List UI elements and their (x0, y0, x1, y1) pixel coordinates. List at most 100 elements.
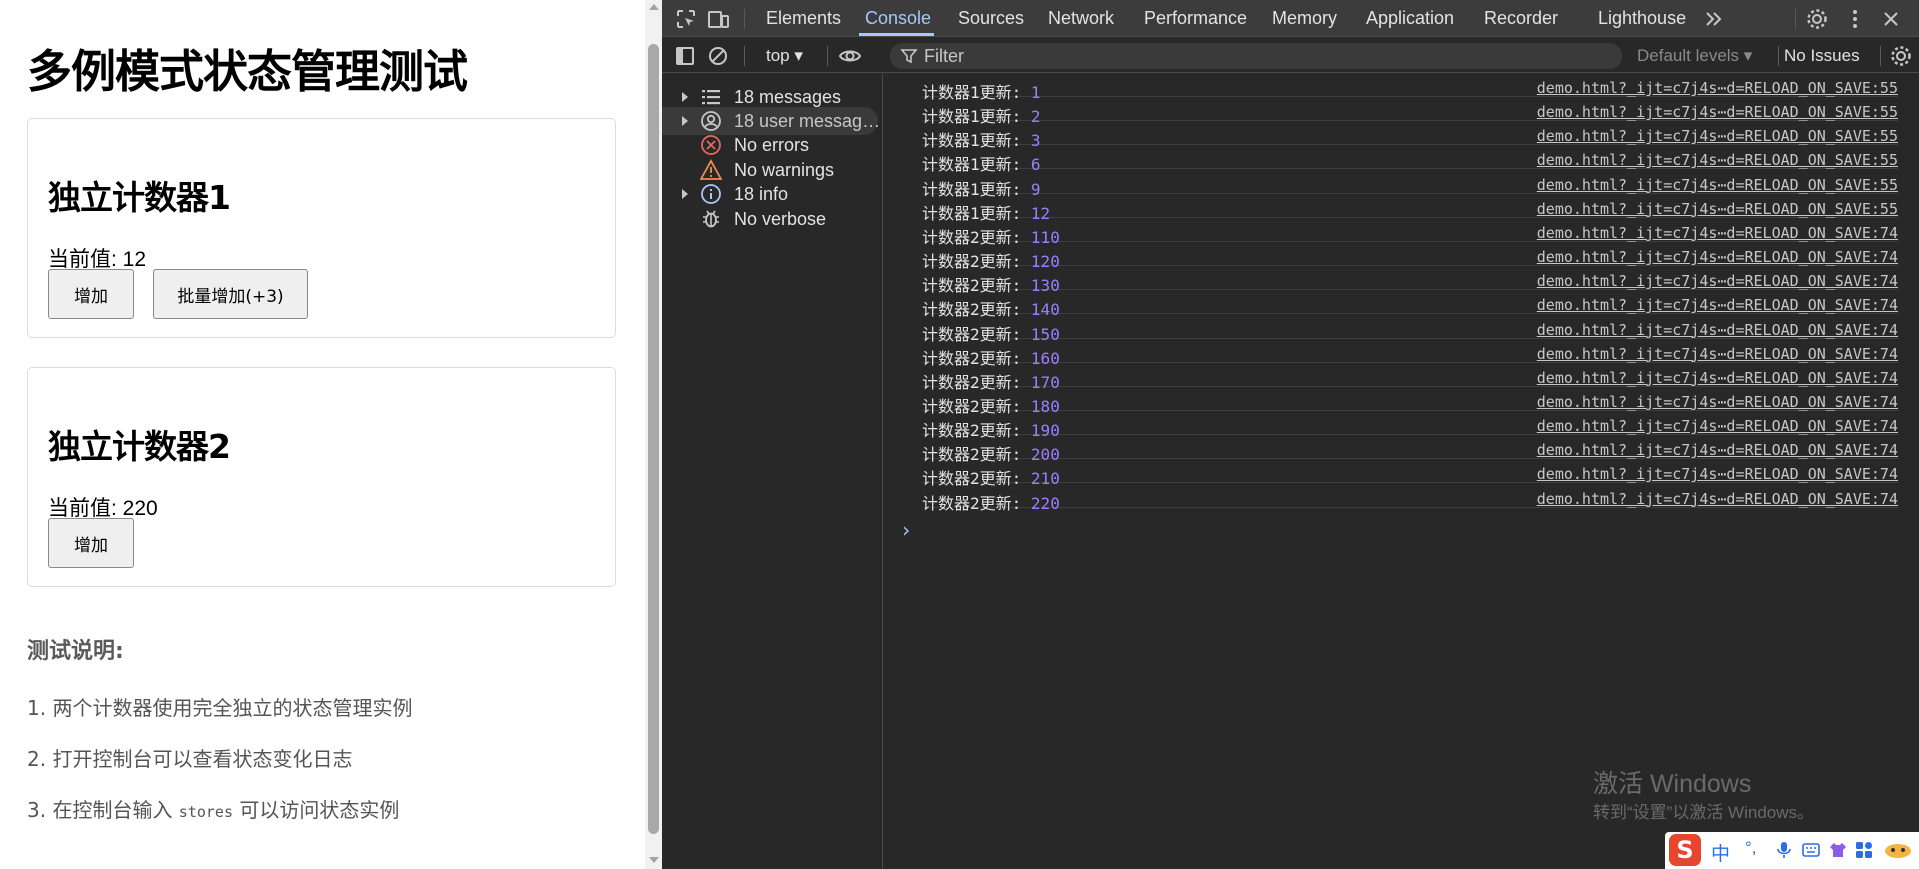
console-log-row[interactable]: 计数器2更新: 120 demo.html?_ijt=c7j4s⋯d=RELOAD… (922, 242, 1898, 271)
log-source-link[interactable]: demo.html?_ijt=c7j4s⋯d=RELOAD_ON_SAVE:74 (1537, 296, 1898, 314)
filter-input[interactable] (890, 43, 1622, 69)
console-log-row[interactable]: 计数器1更新: 12 demo.html?_ijt=c7j4s⋯d=RELOAD_… (922, 194, 1898, 223)
log-source-link[interactable]: demo.html?_ijt=c7j4s⋯d=RELOAD_ON_SAVE:74 (1537, 441, 1898, 459)
sogou-logo-icon[interactable]: S (1669, 834, 1701, 866)
note3-code: stores (178, 803, 233, 821)
log-source-link[interactable]: demo.html?_ijt=c7j4s⋯d=RELOAD_ON_SAVE:55 (1537, 200, 1898, 218)
log-source-link[interactable]: demo.html?_ijt=c7j4s⋯d=RELOAD_ON_SAVE:55 (1537, 151, 1898, 169)
console-log-row[interactable]: 计数器1更新: 1 demo.html?_ijt=c7j4s⋯d=RELOAD_O… (922, 73, 1898, 102)
console-log-row[interactable]: 计数器2更新: 160 demo.html?_ijt=c7j4s⋯d=RELOAD… (922, 339, 1898, 368)
skin-shirt-icon[interactable] (1829, 841, 1847, 859)
tab-sources[interactable]: Sources (958, 8, 1024, 29)
console-log-row[interactable]: 计数器2更新: 210 demo.html?_ijt=c7j4s⋯d=RELOAD… (922, 459, 1898, 488)
log-source-link[interactable]: demo.html?_ijt=c7j4s⋯d=RELOAD_ON_SAVE:74 (1537, 224, 1898, 242)
log-source-link[interactable]: demo.html?_ijt=c7j4s⋯d=RELOAD_ON_SAVE:74 (1537, 465, 1898, 483)
counter1-card: 独立计数器1 当前值: 12 增加 批量增加(+3) (27, 118, 616, 338)
console-log-row[interactable]: 计数器1更新: 9 demo.html?_ijt=c7j4s⋯d=RELOAD_O… (922, 170, 1898, 199)
settings-gear-icon[interactable] (1806, 8, 1828, 30)
log-source-link[interactable]: demo.html?_ijt=c7j4s⋯d=RELOAD_ON_SAVE:55 (1537, 176, 1898, 194)
sidebar-item-errors[interactable]: No errors (662, 131, 878, 159)
microphone-icon[interactable] (1775, 841, 1793, 859)
console-log-row[interactable]: 计数器2更新: 110 demo.html?_ijt=c7j4s⋯d=RELOAD… (922, 218, 1898, 247)
log-source-link[interactable]: demo.html?_ijt=c7j4s⋯d=RELOAD_ON_SAVE:74 (1537, 490, 1898, 508)
tab-performance[interactable]: Performance (1144, 8, 1247, 29)
console-log-row[interactable]: 计数器1更新: 6 demo.html?_ijt=c7j4s⋯d=RELOAD_O… (922, 145, 1898, 174)
console-prompt[interactable]: › (900, 518, 912, 542)
device-toolbar-icon[interactable] (707, 8, 729, 30)
show-sidebar-icon[interactable] (674, 45, 696, 67)
live-expression-eye-icon[interactable] (839, 45, 861, 67)
scroll-thumb[interactable] (648, 44, 659, 834)
bug-icon (703, 210, 719, 228)
toolbox-grid-icon[interactable] (1855, 841, 1873, 859)
tab-elements[interactable]: Elements (766, 8, 841, 29)
scroll-down-arrow-icon[interactable] (649, 857, 659, 863)
expand-arrow-icon[interactable] (682, 189, 688, 199)
more-tabs-chevron-icon[interactable] (1703, 8, 1725, 30)
log-source-link[interactable]: demo.html?_ijt=c7j4s⋯d=RELOAD_ON_SAVE:74 (1537, 393, 1898, 411)
console-log-row[interactable]: 计数器2更新: 220 demo.html?_ijt=c7j4s⋯d=RELOAD… (922, 484, 1898, 513)
ime-punctuation-toggle[interactable]: °, (1745, 838, 1763, 857)
log-levels-dropdown[interactable]: Default levels ▾ (1637, 46, 1752, 66)
console-log-row[interactable]: 计数器2更新: 170 demo.html?_ijt=c7j4s⋯d=RELOAD… (922, 363, 1898, 392)
counter2-increment-button[interactable]: 增加 (48, 518, 134, 568)
console-sidebar: 18 messages 18 user messag… No errors No… (662, 74, 883, 869)
close-icon[interactable] (1880, 8, 1902, 30)
log-message: 计数器2更新: 220 (922, 490, 1060, 514)
console-log-row[interactable]: 计数器2更新: 180 demo.html?_ijt=c7j4s⋯d=RELOAD… (922, 387, 1898, 416)
divider (1778, 46, 1779, 66)
log-label: 计数器2更新: (922, 493, 1022, 513)
divider (1795, 9, 1796, 29)
issues-button[interactable]: No Issues (1784, 46, 1860, 66)
activate-windows-subtitle: 转到“设置”以激活 Windows。 (1593, 803, 1815, 822)
log-source-link[interactable]: demo.html?_ijt=c7j4s⋯d=RELOAD_ON_SAVE:74 (1537, 272, 1898, 290)
sidebar-item-info[interactable]: 18 info (662, 180, 878, 208)
log-source-link[interactable]: demo.html?_ijt=c7j4s⋯d=RELOAD_ON_SAVE:55 (1537, 103, 1898, 121)
sidebar-item-verbose[interactable]: No verbose (662, 205, 878, 233)
inspect-element-icon[interactable] (675, 8, 697, 30)
tab-application[interactable]: Application (1366, 8, 1454, 29)
user-icon (701, 111, 721, 131)
ime-toolbar: S 中 °, (1665, 832, 1919, 869)
console-log-row[interactable]: 计数器2更新: 140 demo.html?_ijt=c7j4s⋯d=RELOAD… (922, 290, 1898, 319)
console-settings-gear-icon[interactable] (1890, 45, 1912, 67)
log-source-link[interactable]: demo.html?_ijt=c7j4s⋯d=RELOAD_ON_SAVE:74 (1537, 369, 1898, 387)
expand-arrow-icon[interactable] (682, 92, 688, 102)
tab-recorder[interactable]: Recorder (1484, 8, 1558, 29)
mascot-icon[interactable] (1883, 841, 1913, 859)
ime-language-toggle[interactable]: 中 (1711, 839, 1730, 866)
log-source-link[interactable]: demo.html?_ijt=c7j4s⋯d=RELOAD_ON_SAVE:74 (1537, 417, 1898, 435)
devtools-panel: Elements Console Sources Network Perform… (662, 0, 1919, 869)
tab-lighthouse[interactable]: Lighthouse (1598, 8, 1686, 29)
error-icon (701, 135, 721, 155)
counter2-card: 独立计数器2 当前值: 220 增加 (27, 367, 616, 587)
note-item: 1. 两个计数器使用完全独立的状态管理实例 (27, 696, 413, 720)
tab-memory[interactable]: Memory (1272, 8, 1337, 29)
scroll-up-arrow-icon[interactable] (649, 4, 659, 10)
log-source-link[interactable]: demo.html?_ijt=c7j4s⋯d=RELOAD_ON_SAVE:55 (1537, 127, 1898, 145)
console-log-row[interactable]: 计数器1更新: 2 demo.html?_ijt=c7j4s⋯d=RELOAD_O… (922, 97, 1898, 126)
console-log-row[interactable]: 计数器2更新: 130 demo.html?_ijt=c7j4s⋯d=RELOAD… (922, 266, 1898, 295)
console-log-row[interactable]: 计数器2更新: 150 demo.html?_ijt=c7j4s⋯d=RELOAD… (922, 315, 1898, 344)
log-source-link[interactable]: demo.html?_ijt=c7j4s⋯d=RELOAD_ON_SAVE:55 (1537, 79, 1898, 97)
console-log-area[interactable]: 计数器1更新: 1 demo.html?_ijt=c7j4s⋯d=RELOAD_O… (884, 74, 1919, 869)
more-options-icon[interactable] (1844, 8, 1866, 30)
log-source-link[interactable]: demo.html?_ijt=c7j4s⋯d=RELOAD_ON_SAVE:74 (1537, 248, 1898, 266)
counter1-increment-button[interactable]: 增加 (48, 269, 134, 319)
note-item: 2. 打开控制台可以查看状态变化日志 (27, 747, 353, 771)
console-toolbar: top ▾ Filter Default levels ▾ No Issues (662, 38, 1919, 73)
console-log-row[interactable]: 计数器1更新: 3 demo.html?_ijt=c7j4s⋯d=RELOAD_O… (922, 121, 1898, 150)
console-log-row[interactable]: 计数器2更新: 190 demo.html?_ijt=c7j4s⋯d=RELOAD… (922, 411, 1898, 440)
clear-console-icon[interactable] (707, 45, 729, 67)
expand-arrow-icon[interactable] (682, 116, 688, 126)
tab-console[interactable]: Console (865, 8, 931, 29)
tab-network[interactable]: Network (1048, 8, 1114, 29)
keyboard-icon[interactable] (1802, 841, 1820, 859)
log-source-link[interactable]: demo.html?_ijt=c7j4s⋯d=RELOAD_ON_SAVE:74 (1537, 321, 1898, 339)
counter1-batch-increment-button[interactable]: 批量增加(+3) (153, 269, 308, 319)
page-scrollbar[interactable] (645, 0, 662, 869)
log-source-link[interactable]: demo.html?_ijt=c7j4s⋯d=RELOAD_ON_SAVE:74 (1537, 345, 1898, 363)
console-log-row[interactable]: 计数器2更新: 200 demo.html?_ijt=c7j4s⋯d=RELOAD… (922, 435, 1898, 464)
page-title: 多例模式状态管理测试 (27, 45, 468, 98)
context-selector[interactable]: top ▾ (766, 46, 803, 66)
